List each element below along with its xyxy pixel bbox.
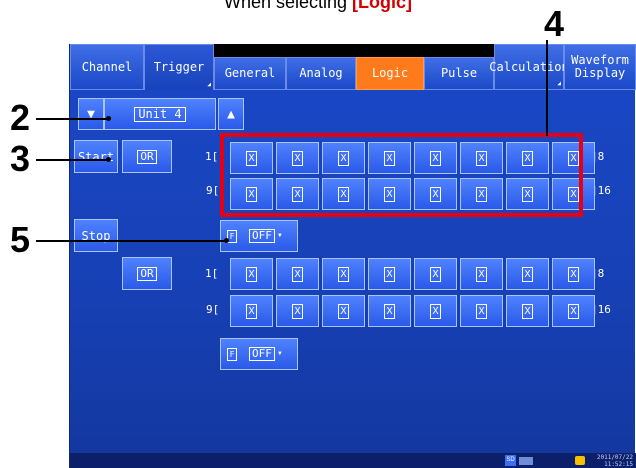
- unit-prev-button[interactable]: ▼: [78, 98, 104, 130]
- tab-pulse[interactable]: Pulse: [424, 57, 494, 90]
- tab-strip-background: [214, 44, 494, 58]
- memory-indicator: [519, 457, 533, 465]
- submenu-marker-icon: ◢: [207, 81, 211, 88]
- stop-pattern-row1-bit-6[interactable]: X: [460, 258, 503, 290]
- bit-value: X: [522, 303, 533, 319]
- stop-filter-value: OFF: [249, 347, 275, 361]
- bit-value: X: [384, 303, 395, 319]
- callout-5: 5: [10, 219, 31, 260]
- callout-2-leader: [36, 118, 108, 120]
- tab-calculation[interactable]: Calculation ◢: [489, 44, 569, 90]
- stop-pattern-row2-bit-4[interactable]: X: [368, 295, 411, 327]
- tab-waveform-display[interactable]: Waveform Display: [564, 44, 636, 90]
- unit-select-value: Unit 4: [134, 106, 186, 122]
- stop-pattern-row2-bit-5[interactable]: X: [414, 295, 457, 327]
- start-trigger-label: Start: [74, 140, 118, 173]
- tab-general[interactable]: General: [214, 57, 286, 90]
- callout-3: 3: [10, 138, 31, 179]
- bit-value: X: [522, 266, 533, 282]
- stop-pattern-row2-bit-1[interactable]: X: [230, 295, 273, 327]
- tab-analog[interactable]: Analog: [286, 57, 356, 90]
- stop-pattern-row1-bit-7[interactable]: X: [506, 258, 549, 290]
- bit-value: X: [292, 303, 303, 319]
- stop-pattern-row1-bit-1[interactable]: X: [230, 258, 273, 290]
- tab-logic[interactable]: Logic: [356, 57, 424, 90]
- tab-pulse-label: Pulse: [440, 66, 478, 80]
- clock-date: 2011/07/22: [596, 454, 633, 461]
- bit-value: X: [384, 266, 395, 282]
- stop-pattern-row2-bit-3[interactable]: X: [322, 295, 365, 327]
- callout-4-leader: [546, 40, 548, 136]
- clock-time: 11:52:15: [604, 461, 633, 468]
- status-bar: SD 2011/07/22 11:52:15: [70, 453, 636, 468]
- stop-pattern-row1-bit-8[interactable]: X: [552, 258, 595, 290]
- start-filter-value: OFF: [249, 229, 275, 243]
- stop-pattern-row1-bit-4[interactable]: X: [368, 258, 411, 290]
- callout-2: 2: [10, 97, 31, 138]
- tab-calculation-label: Calculation: [489, 59, 569, 74]
- callout-5-leader: [36, 240, 226, 242]
- start-row1-begin-label: 1[: [205, 150, 219, 163]
- stop-row1-begin-label: 1[: [205, 267, 219, 280]
- tab-channel-label: Channel: [81, 59, 133, 74]
- stop-mode-value: OR: [137, 266, 157, 281]
- bit-value: X: [338, 266, 349, 282]
- stop-pattern-row1-bit-5[interactable]: X: [414, 258, 457, 290]
- stop-pattern-row1-bit-3[interactable]: X: [322, 258, 365, 290]
- stop-pattern-row2-bit-2[interactable]: X: [276, 295, 319, 327]
- stop-pattern-row2-bit-6[interactable]: X: [460, 295, 503, 327]
- instrument-screen: Channel Trigger ◢ General Analog Logic Pu…: [69, 44, 636, 468]
- dropdown-arrow-icon: ▼: [276, 351, 283, 357]
- bit-value: X: [292, 266, 303, 282]
- clock: 2011/07/22 11:52:15: [587, 454, 633, 468]
- bit-value: X: [476, 303, 487, 319]
- chevron-up-icon: ▲: [227, 106, 235, 122]
- bit-value: X: [476, 266, 487, 282]
- bit-value: X: [338, 303, 349, 319]
- unit-select[interactable]: Unit 4: [104, 98, 216, 130]
- bit-value: X: [246, 266, 257, 282]
- tab-trigger-label: Trigger: [153, 60, 205, 74]
- caption-prefix: When selecting: [223, 0, 353, 12]
- bit-value: X: [430, 266, 441, 282]
- start-mode-value: OR: [137, 149, 157, 164]
- tab-analog-label: Analog: [299, 66, 343, 80]
- start-filter-select[interactable]: F OFF ▼: [220, 220, 298, 252]
- tab-general-label: General: [224, 66, 276, 80]
- power-icon: [575, 456, 585, 465]
- tab-trigger[interactable]: Trigger ◢: [144, 44, 214, 90]
- filter-icon: F: [227, 347, 237, 361]
- callout-4: 4: [544, 3, 565, 44]
- tab-logic-label: Logic: [371, 66, 409, 80]
- stop-pattern-row2-bit-7[interactable]: X: [506, 295, 549, 327]
- callout-5-dot: [224, 238, 229, 243]
- start-logic-mode-select[interactable]: OR: [122, 140, 172, 173]
- stop-row2-begin-label: 9[: [206, 303, 220, 316]
- callout-3-dot: [106, 157, 111, 162]
- start-row2-begin-label: 9[: [206, 184, 220, 197]
- stop-pattern-row1-bit-2[interactable]: X: [276, 258, 319, 290]
- callout-3-leader: [36, 159, 108, 161]
- caption: When selecting [Logic]: [0, 0, 636, 13]
- callout-2-dot: [106, 116, 111, 121]
- stop-filter-select[interactable]: F OFF ▼: [220, 338, 298, 370]
- stop-logic-mode-select[interactable]: OR: [122, 257, 172, 290]
- tab-channel[interactable]: Channel: [70, 44, 144, 90]
- stop-trigger-label: Stop: [74, 219, 118, 252]
- bit-value: X: [568, 266, 579, 282]
- unit-next-button[interactable]: ▲: [218, 98, 244, 130]
- sd-card-icon: SD: [505, 455, 516, 466]
- dropdown-arrow-icon: ▼: [276, 233, 283, 239]
- submenu-marker-icon: ◢: [557, 80, 561, 87]
- bit-value: X: [246, 303, 257, 319]
- logic-pattern-highlight-frame: [220, 133, 583, 217]
- caption-highlight: [Logic]: [352, 0, 413, 12]
- bit-value: X: [568, 303, 579, 319]
- bit-value: X: [430, 303, 441, 319]
- tab-waveform-display-label: Waveform Display: [571, 53, 629, 80]
- stop-pattern-row2-bit-8[interactable]: X: [552, 295, 595, 327]
